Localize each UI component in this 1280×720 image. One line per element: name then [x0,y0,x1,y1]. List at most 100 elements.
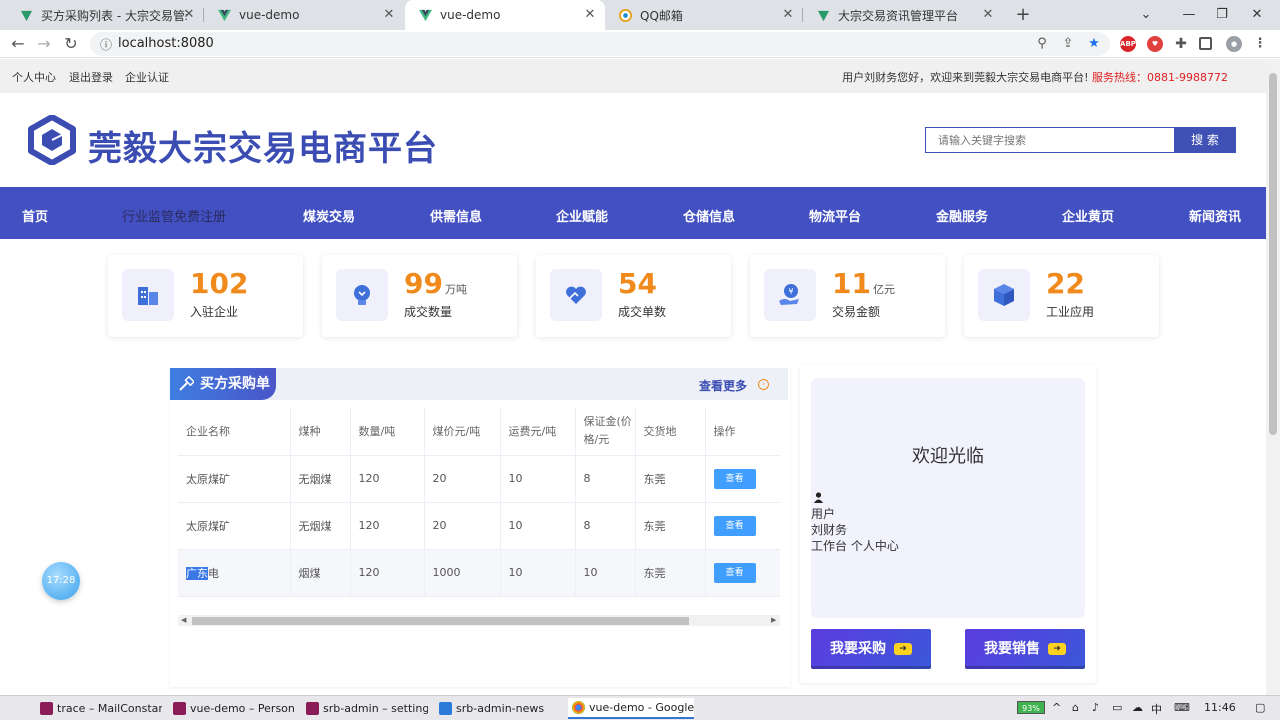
extensions-puzzle-icon[interactable]: ✚ [1173,36,1189,52]
cell-deposit: 8 [575,502,636,550]
info-icon[interactable]: ⓘ [98,36,114,53]
input-mode-icon[interactable]: ⌨ [1174,701,1190,714]
browser-tab[interactable]: QQ邮箱 ✕ [605,0,803,30]
stat-card: 102 入驻企业 [108,255,303,337]
cell-company: 太原煤矿 [178,455,291,503]
chevron-right-circle-icon[interactable]: › [758,379,769,390]
browser-tab-active[interactable]: vue-demo ✕ [405,0,605,30]
browser-tab[interactable]: vue-demo ✕ [204,0,404,30]
tab-search-chevron-icon[interactable]: ⌄ [1136,5,1156,25]
arrow-right-icon: ➜ [894,643,912,655]
vue-favicon-icon [218,9,231,21]
tab-close-icon[interactable]: ✕ [781,8,795,22]
taskbar-app-active[interactable]: vue-demo - Google... [568,698,694,719]
ime-indicator[interactable]: 中 [1151,701,1162,717]
nav-coal-trade[interactable]: 煤炭交易 [303,206,355,225]
tab-close-icon[interactable]: ✕ [382,8,396,22]
view-more-link[interactable]: 查看更多 [699,377,747,394]
greeting-message: 用户刘财务您好，欢迎来到莞毅大宗交易电商平台! [842,71,1089,84]
minimize-icon[interactable]: — [1179,5,1199,25]
maximize-icon[interactable]: ❐ [1212,5,1232,25]
nav-supply-demand[interactable]: 供需信息 [430,206,482,225]
floating-clock-widget[interactable]: 17:28 [42,562,80,600]
nav-enterprise-empower[interactable]: 企业赋能 [556,206,608,225]
pocket-extension-icon[interactable]: ♥ [1147,36,1163,52]
view-button[interactable]: 查看 [713,562,756,583]
lightbulb-icon [336,269,388,321]
stat-label: 成交单数 [618,305,667,319]
omnibox[interactable]: ⓘ localhost:8080 ⚲ ⇪ ★ [90,32,1110,56]
buy-button[interactable]: 我要采购 ➜ [811,629,931,669]
stat-card: 22 工业应用 [964,255,1159,337]
notification-icon[interactable]: ▢ [1255,701,1265,714]
cube-icon [978,269,1030,321]
scrollbar-thumb[interactable] [192,617,689,625]
tab-title: 买方采购列表 - 大宗交易管理平台 [41,8,187,23]
greeting-text: 用户刘财务您好，欢迎来到莞毅大宗交易电商平台! 服务热线：0881-998877… [842,69,1228,85]
stat-number: 102 [190,267,249,300]
site-favicon-icon [20,10,33,21]
search-input[interactable] [925,127,1175,153]
share-icon[interactable]: ⇪ [1060,36,1076,51]
page-vertical-scrollbar[interactable] [1266,59,1280,695]
nav-home[interactable]: 首页 [22,206,48,225]
scroll-right-arrow-icon[interactable]: ▶ [771,615,776,626]
network-icon[interactable]: ⌂ [1072,701,1079,714]
browser-tab[interactable]: 大宗交易资讯管理平台 ✕ [803,0,1003,30]
side-panel-icon[interactable] [1199,37,1212,50]
column-header: 交货地 [635,408,706,456]
buy-button-label: 我要采购 [830,641,886,657]
nav-logistics[interactable]: 物流平台 [809,206,861,225]
sell-button[interactable]: 我要销售 ➜ [965,629,1085,669]
nav-finance[interactable]: 金融服务 [936,206,988,225]
browser-menu-icon[interactable]: ⋮ [1252,36,1268,52]
logout-link[interactable]: 退出登录 [69,69,113,85]
table-horizontal-scrollbar[interactable]: ◀ ▶ [178,615,780,626]
tab-close-icon[interactable]: ✕ [981,8,995,22]
taskbar-app[interactable]: srb-admin-news [435,698,561,719]
forward-arrow-icon[interactable]: → [34,34,54,54]
nav-news[interactable]: 新闻资讯 [1189,206,1241,225]
volume-icon[interactable]: ♪ [1092,701,1099,714]
taskbar-app[interactable]: vue-demo – Person... [169,698,295,719]
reload-icon[interactable]: ↻ [61,34,81,54]
tab-close-icon[interactable]: ✕ [583,8,597,22]
cloud-icon[interactable]: ☁ [1132,701,1143,714]
zoom-icon[interactable]: ⚲ [1034,36,1050,51]
user-links[interactable]: 工作台 个人中心 [811,537,899,554]
nav-regulation-register[interactable]: 行业监管免费注册 [122,206,226,225]
cell-coal: 无烟煤 [290,502,351,550]
site-title[interactable]: 莞毅大宗交易电商平台 [88,121,438,170]
personal-center-link[interactable]: 个人中心 [12,69,56,85]
nav-warehouse[interactable]: 仓储信息 [683,206,735,225]
display-icon[interactable]: ▭ [1112,701,1122,714]
tray-chevron-up-icon[interactable]: ^ [1052,701,1061,714]
enterprise-auth-link[interactable]: 企业认证 [125,69,169,85]
scrollbar-thumb[interactable] [1269,73,1277,435]
window-close-icon[interactable]: ✕ [1247,5,1267,25]
stat-label: 成交数量 [404,305,453,319]
url-text[interactable]: localhost:8080 [118,36,214,51]
scroll-left-arrow-icon[interactable]: ◀ [181,615,186,626]
bookmark-star-icon[interactable]: ★ [1086,36,1102,51]
back-arrow-icon[interactable]: ← [8,34,28,54]
battery-icon[interactable]: 93% [1017,701,1045,714]
stat-card: 54 成交单数 [536,255,731,337]
platform-logo-icon[interactable] [28,115,76,165]
new-tab-plus-icon[interactable]: + [1013,5,1033,25]
browser-tab[interactable]: 买方采购列表 - 大宗交易管理平台 ✕ [6,0,204,30]
tab-close-icon[interactable]: ✕ [182,8,196,22]
taskbar-app[interactable]: srb-admin – setting... [302,698,428,719]
taskbar-app[interactable]: trace – MailConstan... [36,698,162,719]
adblock-extension-icon[interactable]: ABP [1120,36,1136,52]
taskbar-clock[interactable]: 11:46 [1204,701,1236,714]
cell-price: 20 [424,502,501,550]
windows-taskbar: trace – MailConstan... vue-demo – Person… [0,695,1280,720]
view-button[interactable]: 查看 [713,468,756,489]
view-button[interactable]: 查看 [713,515,756,536]
nav-yellow-pages[interactable]: 企业黄页 [1062,206,1114,225]
profile-avatar-icon[interactable]: ● [1226,36,1242,52]
search-button[interactable]: 搜 索 [1174,127,1236,153]
intellij-icon [40,702,53,715]
intellij-icon [173,702,186,715]
